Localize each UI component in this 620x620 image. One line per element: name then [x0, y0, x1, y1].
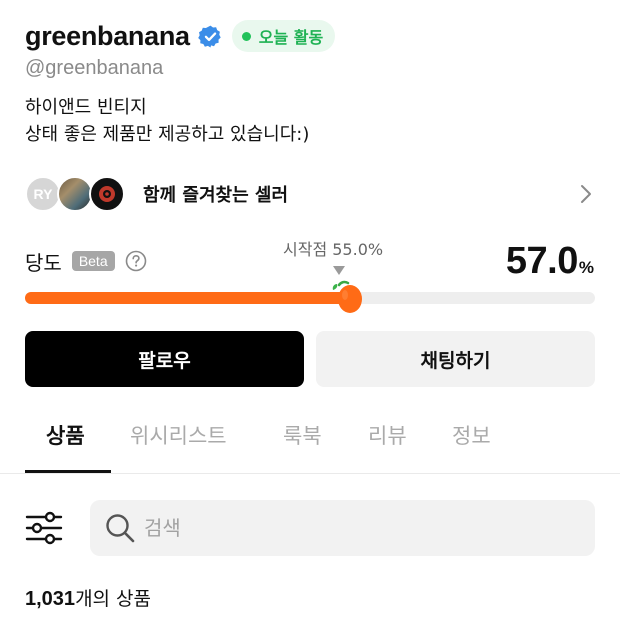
bio-line: 상태 좋은 제품만 제공하고 있습니다:): [25, 124, 310, 145]
active-today-badge: 오늘 활동: [231, 20, 336, 52]
active-tab-indicator: [25, 470, 111, 473]
product-count-suffix: 개의 상품: [75, 588, 152, 610]
avatar: RY: [25, 176, 61, 212]
seller-avatars: RY: [25, 174, 125, 214]
related-sellers-row[interactable]: RY 함께 즐겨찾는 셀러: [25, 172, 595, 216]
dangdo-unit: %: [578, 258, 594, 277]
related-sellers-label: 함께 즐겨찾는 셀러: [143, 185, 289, 206]
start-point-label: 시작점 55.0%: [283, 240, 384, 259]
seal-icon: [99, 186, 115, 202]
bio-line: 하이앤드 빈티지: [25, 97, 147, 118]
dangdo-progress-track: [25, 292, 595, 304]
product-count: 1,031개의 상품: [25, 584, 151, 611]
profile-tabs: 상품 위시리스트 룩북 리뷰 정보: [0, 400, 620, 474]
chat-button[interactable]: 채팅하기: [316, 331, 595, 387]
help-icon[interactable]: [125, 250, 147, 272]
beta-badge: Beta: [71, 251, 115, 271]
dangdo-label: 당도: [25, 250, 62, 275]
active-today-label: 오늘 활동: [258, 28, 324, 47]
tab-info[interactable]: 정보: [452, 420, 491, 450]
tomato-icon: [332, 280, 362, 313]
avatar: [57, 176, 93, 212]
profile-header: greenbanana 오늘 활동: [25, 18, 336, 54]
bio: 하이앤드 빈티지 상태 좋은 제품만 제공하고 있습니다:): [25, 94, 309, 148]
dangdo-header: 당도 Beta: [25, 245, 147, 277]
search-input[interactable]: [144, 516, 564, 540]
dangdo-progress-fill: [25, 292, 350, 304]
product-count-number: 1,031: [25, 588, 76, 610]
tab-reviews[interactable]: 리뷰: [368, 420, 407, 450]
tab-wishlist[interactable]: 위시리스트: [130, 420, 227, 450]
active-dot-icon: [241, 31, 251, 41]
search-icon: [106, 514, 135, 543]
chevron-right-icon[interactable]: [579, 184, 593, 204]
follow-button[interactable]: 팔로우: [25, 331, 304, 387]
start-point-marker: [333, 266, 345, 275]
avatar: [89, 176, 125, 212]
filter-icon[interactable]: [25, 510, 63, 546]
dangdo-percent: 57.0 %: [506, 240, 594, 283]
dangdo-value: 57.0: [505, 240, 578, 282]
tab-products[interactable]: 상품: [46, 420, 85, 450]
search-box[interactable]: [90, 500, 595, 556]
verified-icon: [197, 25, 221, 47]
tab-lookbook[interactable]: 룩북: [283, 420, 322, 450]
username: greenbanana: [25, 20, 190, 51]
user-handle: @greenbanana: [25, 57, 164, 79]
